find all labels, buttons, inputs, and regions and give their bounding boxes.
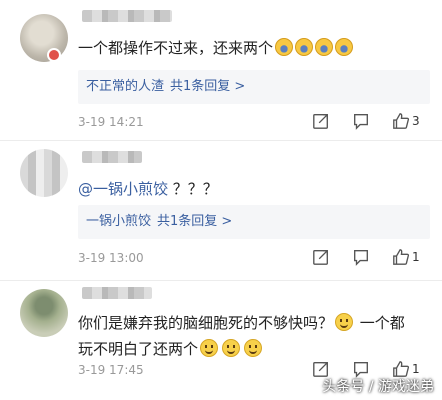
- reply-count-link[interactable]: 共1条回复 >: [157, 214, 232, 229]
- username-blurred: [82, 151, 142, 163]
- smile-emoji-icon: [244, 339, 263, 357]
- like-count: 1: [412, 362, 420, 376]
- reply-author[interactable]: 一锅小煎饺: [86, 214, 151, 229]
- thumbs-up-icon: [393, 113, 410, 129]
- comment-time: 3-19 13:00: [78, 251, 144, 265]
- comment-body: 你们是嫌弃我的脑细胞死的不够快吗？: [78, 314, 334, 332]
- comment-icon: [354, 250, 368, 266]
- comment-body: 玩不明白了还两个: [78, 340, 199, 358]
- comment-body-continued: 一个都: [359, 314, 405, 332]
- share-button[interactable]: [312, 112, 332, 132]
- comment-button[interactable]: [352, 248, 372, 268]
- like-button[interactable]: [392, 112, 412, 132]
- comment-icon: [354, 114, 368, 130]
- share-button[interactable]: [312, 248, 332, 268]
- like-count: 1: [412, 250, 420, 264]
- avatar[interactable]: [20, 289, 68, 337]
- like-count: 3: [412, 114, 420, 128]
- laughing-emoji-icon: [315, 38, 334, 56]
- comment-text-line1: 你们是嫌弃我的脑细胞死的不够快吗？ 一个都: [78, 311, 405, 335]
- reply-count-link[interactable]: 共1条回复 >: [170, 79, 245, 94]
- thumbs-up-icon: [393, 249, 410, 265]
- verified-badge-icon: [47, 48, 61, 62]
- mention-link[interactable]: @一锅小煎饺: [78, 180, 168, 198]
- smile-emoji-icon: [222, 339, 241, 357]
- like-button[interactable]: [392, 248, 412, 268]
- username-blurred: [82, 10, 172, 22]
- avatar[interactable]: [20, 149, 68, 197]
- comment-item: @一锅小煎饺 ？？？ 一锅小煎饺 共1条回复 > 3-19 13:00 1: [0, 140, 442, 280]
- reply-preview[interactable]: 一锅小煎饺 共1条回复 >: [78, 205, 430, 239]
- reply-preview[interactable]: 不正常的人渣 共1条回复 >: [78, 70, 430, 104]
- laughing-emoji-icon: [335, 38, 354, 56]
- comment-text: @一锅小煎饺 ？？？: [78, 177, 218, 201]
- watermark: 头条号 / 游戏迷弟: [322, 379, 434, 395]
- comment-text: 一个都操作不过来，还来两个: [78, 36, 354, 60]
- comment-body: 一个都操作不过来，还来两个: [78, 39, 274, 57]
- share-icon: [313, 114, 328, 129]
- smile-emoji-icon: [200, 339, 219, 357]
- share-icon: [313, 250, 328, 265]
- comment-time: 3-19 17:45: [78, 363, 144, 377]
- comment-body: ？？？: [172, 180, 218, 198]
- username-blurred: [82, 287, 152, 299]
- laughing-emoji-icon: [275, 38, 294, 56]
- comment-time: 3-19 14:21: [78, 115, 144, 129]
- comment-text-line2: 玩不明白了还两个: [78, 337, 264, 361]
- smile-emoji-icon: [335, 313, 354, 331]
- reply-author[interactable]: 不正常的人渣: [86, 79, 164, 94]
- laughing-emoji-icon: [295, 38, 314, 56]
- comment-button[interactable]: [352, 112, 372, 132]
- comment-item: 一个都操作不过来，还来两个 不正常的人渣 共1条回复 > 3-19 14:21 3: [0, 0, 442, 140]
